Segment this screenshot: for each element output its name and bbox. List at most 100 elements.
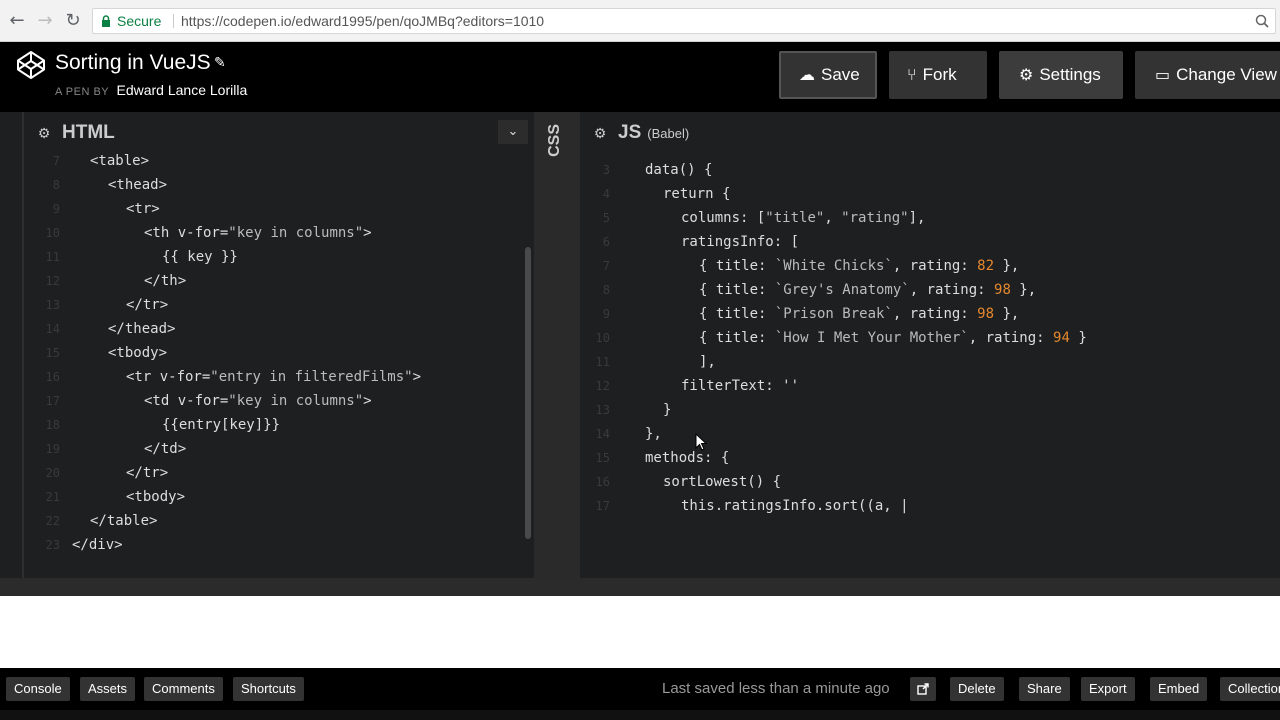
code-line[interactable]: 15 methods: { [580, 446, 1270, 470]
code-text[interactable]: } [663, 398, 671, 422]
shortcuts-button[interactable]: Shortcuts [233, 677, 304, 701]
html-editor[interactable]: ⚙ HTML ⌄ 7 <table> 8 <thead> 9 <tr> 10 <th v-fo… [22, 112, 534, 578]
author-link[interactable]: Edward Lance Lorilla [117, 82, 248, 98]
code-line[interactable]: 8 <thead> [24, 173, 524, 197]
code-line[interactable]: 3 data() { [580, 158, 1270, 182]
code-line[interactable]: 11], [580, 350, 1270, 374]
code-text[interactable]: this.ratingsInfo.sort((a, | [681, 494, 909, 518]
code-text[interactable]: ratingsInfo: [ [681, 230, 799, 254]
back-icon[interactable]: ← [6, 10, 28, 32]
code-text[interactable]: <table> [90, 149, 149, 173]
code-text[interactable]: data() { [645, 158, 712, 182]
code-text[interactable]: <tr> [126, 197, 160, 221]
save-label: Save [821, 65, 860, 84]
code-line[interactable]: 13} [580, 398, 1270, 422]
code-line[interactable]: 17 this.ratingsInfo.sort((a, | [580, 494, 1270, 518]
embed-button[interactable]: Embed [1150, 677, 1208, 701]
assets-button[interactable]: Assets [80, 677, 136, 701]
code-text[interactable]: <th v-for="key in columns"> [144, 221, 372, 245]
code-text[interactable]: { title: `White Chicks`, rating: 82 }, [699, 254, 1019, 278]
code-line[interactable]: 10 <th v-for="key in columns"> [24, 221, 524, 245]
code-text[interactable]: columns: ["title", "rating"], [681, 206, 925, 230]
gear-icon[interactable]: ⚙ [34, 124, 54, 144]
share-button[interactable]: Share [1019, 677, 1070, 701]
html-scrollbar[interactable] [525, 247, 531, 539]
code-line[interactable]: 17 <td v-for="key in columns"> [24, 389, 524, 413]
code-text[interactable]: {{entry[key]}} [162, 413, 280, 437]
pen-title[interactable]: Sorting in VueJS [55, 51, 211, 75]
code-text[interactable]: sortLowest() { [663, 470, 781, 494]
code-line[interactable]: 5 columns: ["title", "rating"], [580, 206, 1270, 230]
url-text[interactable]: https://codepen.io/edward1995/pen/qoJMBq… [181, 9, 544, 33]
settings-button[interactable]: ⚙ Settings [999, 51, 1123, 99]
code-line[interactable]: 8 { title: `Grey's Anatomy`, rating: 98 }… [580, 278, 1270, 302]
code-line[interactable]: 9 <tr> [24, 197, 524, 221]
change-view-button[interactable]: ▭ Change View [1135, 51, 1280, 99]
code-line[interactable]: 20 </tr> [24, 461, 524, 485]
code-line[interactable]: 10 { title: `How I Met Your Mother`, rati… [580, 326, 1270, 350]
code-text[interactable]: { title: `Prison Break`, rating: 98 }, [699, 302, 1019, 326]
code-text[interactable]: <tr v-for="entry in filteredFilms"> [126, 365, 421, 389]
console-button[interactable]: Console [6, 677, 70, 701]
chevron-down-icon[interactable]: ⌄ [498, 120, 528, 144]
code-line[interactable]: 16 <tr v-for="entry in filteredFilms"> [24, 365, 524, 389]
line-number: 10 [45, 226, 60, 240]
code-text[interactable]: </thead> [108, 317, 175, 341]
reload-icon[interactable]: ↻ [62, 10, 84, 32]
code-text[interactable]: </tr> [126, 461, 168, 485]
code-line[interactable]: 6 ratingsInfo: [ [580, 230, 1270, 254]
code-line[interactable]: 18 {{entry[key]}} [24, 413, 524, 437]
code-line[interactable]: 22 </table> [24, 509, 524, 533]
code-text[interactable]: </td> [144, 437, 186, 461]
code-text[interactable]: methods: { [645, 446, 729, 470]
code-text[interactable]: { title: `Grey's Anatomy`, rating: 98 }, [699, 278, 1036, 302]
code-text[interactable]: filterText: '' [681, 374, 799, 398]
edit-pencil-icon[interactable]: ✎ [214, 55, 226, 71]
code-line[interactable]: 15 <tbody> [24, 341, 524, 365]
preview-pane[interactable] [0, 596, 1280, 668]
code-line[interactable]: 4 return { [580, 182, 1270, 206]
css-editor-title[interactable]: CSS [546, 124, 564, 157]
code-line[interactable]: 19 </td> [24, 437, 524, 461]
collections-button[interactable]: Collections [1220, 677, 1280, 701]
code-text[interactable]: </table> [90, 509, 157, 533]
js-editor[interactable]: ⚙ JS (Babel) 3 data() {4 return {5 columns: … [580, 112, 1280, 578]
code-line[interactable]: 13 </tr> [24, 293, 524, 317]
code-line[interactable]: 23 </div> [24, 533, 524, 557]
forward-icon[interactable]: → [34, 10, 56, 32]
code-line[interactable]: 16 sortLowest() { [580, 470, 1270, 494]
code-text[interactable]: <tbody> [126, 485, 185, 509]
code-line[interactable]: 12 filterText: '' [580, 374, 1270, 398]
code-line[interactable]: 9 { title: `Prison Break`, rating: 98 }, [580, 302, 1270, 326]
html-editor-title: HTML [62, 122, 115, 143]
delete-button[interactable]: Delete [950, 677, 1004, 701]
code-text[interactable]: { title: `How I Met Your Mother`, rating… [699, 326, 1087, 350]
fork-button[interactable]: ⑂ Fork [889, 51, 987, 99]
export-button[interactable]: Export [1081, 677, 1135, 701]
code-text[interactable]: {{ key }} [162, 245, 238, 269]
code-line[interactable]: 7 { title: `White Chicks`, rating: 82 }, [580, 254, 1270, 278]
code-text[interactable]: }, [645, 422, 662, 446]
code-text[interactable]: <tbody> [108, 341, 167, 365]
code-text[interactable]: </th> [144, 269, 186, 293]
code-line[interactable]: 14}, [580, 422, 1270, 446]
code-text[interactable]: ], [699, 350, 716, 374]
address-bar[interactable]: Secure https://codepen.io/edward1995/pen… [92, 8, 1276, 34]
zoom-icon[interactable] [1255, 9, 1269, 35]
comments-button[interactable]: Comments [144, 677, 223, 701]
preview-resizer[interactable] [0, 578, 1280, 596]
code-text[interactable]: </div> [72, 533, 123, 557]
code-line[interactable]: 21 <tbody> [24, 485, 524, 509]
codepen-logo-icon[interactable] [16, 50, 46, 80]
code-text[interactable]: return { [663, 182, 730, 206]
code-line[interactable]: 11 {{ key }} [24, 245, 524, 269]
code-text[interactable]: <thead> [108, 173, 167, 197]
code-line[interactable]: 7 <table> [24, 149, 524, 173]
code-line[interactable]: 14 </thead> [24, 317, 524, 341]
save-button[interactable]: ☁ Save [779, 51, 877, 99]
gear-icon[interactable]: ⚙ [590, 124, 610, 144]
external-link-icon[interactable] [910, 677, 936, 701]
code-text[interactable]: </tr> [126, 293, 168, 317]
code-text[interactable]: <td v-for="key in columns"> [144, 389, 372, 413]
code-line[interactable]: 12 </th> [24, 269, 524, 293]
